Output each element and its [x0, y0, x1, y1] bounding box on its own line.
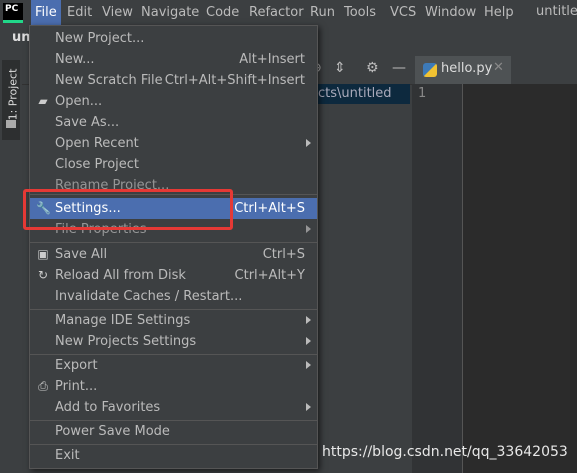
menu-item-save-as[interactable]: Save As... — [30, 112, 317, 133]
minimize-icon[interactable]: — — [392, 60, 406, 76]
menu-item-label: Manage IDE Settings — [55, 313, 191, 328]
folder-icon — [6, 120, 16, 128]
menu-item-label: Rename Project... — [55, 178, 170, 189]
folder-open-icon: ▰ — [38, 94, 48, 108]
editor-tab-label: hello.py — [441, 61, 493, 76]
menu-item-manage-ide-settings[interactable]: Manage IDE Settings — [30, 310, 317, 331]
menu-item-label: Export — [55, 358, 98, 373]
submenu-arrow-icon — [306, 139, 311, 147]
submenu-arrow-icon — [306, 316, 311, 324]
menu-navigate[interactable]: Navigate — [137, 0, 203, 26]
menu-item-new-scratch-file[interactable]: New Scratch File Ctrl+Alt+Shift+Insert — [30, 70, 317, 91]
menu-item-label: New... — [55, 52, 95, 67]
menu-item-invalidate-caches[interactable]: Invalidate Caches / Restart... — [30, 286, 317, 307]
menu-item-label: Power Save Mode — [55, 424, 170, 439]
gear-icon[interactable]: ⚙ — [366, 60, 379, 76]
window-title: untitled — [536, 4, 577, 19]
menu-run[interactable]: Run — [306, 0, 339, 26]
menu-item-label: Open... — [55, 94, 103, 109]
submenu-arrow-icon — [306, 225, 311, 233]
menu-item-new-project[interactable]: New Project... — [30, 28, 317, 49]
menu-item-label: Reload All from Disk — [55, 268, 186, 283]
reload-icon: ↻ — [37, 268, 49, 282]
menu-item-label: Exit — [55, 448, 80, 463]
menu-item-label: Print... — [55, 379, 98, 394]
pycharm-logo-icon: PC — [3, 3, 23, 23]
menu-item-label: Invalidate Caches / Restart... — [55, 289, 243, 304]
python-file-icon — [423, 63, 437, 77]
menu-item-save-all[interactable]: ▣ Save All Ctrl+S — [30, 244, 317, 265]
menu-item-add-to-favorites[interactable]: Add to Favorites — [30, 397, 317, 418]
menu-item-label: New Project... — [55, 31, 145, 46]
menubar: PC File Edit View Navigate Code Refactor… — [0, 0, 577, 26]
print-icon: ⎙ — [38, 379, 48, 393]
menu-window[interactable]: Window — [421, 0, 480, 26]
save-icon: ▣ — [37, 247, 49, 261]
menu-item-print[interactable]: ⎙ Print... — [30, 376, 317, 397]
menu-edit[interactable]: Edit — [63, 0, 96, 26]
menu-item-open-recent[interactable]: Open Recent — [30, 133, 317, 154]
menu-code[interactable]: Code — [202, 0, 243, 26]
submenu-arrow-icon — [306, 403, 311, 411]
submenu-arrow-icon — [306, 337, 311, 345]
menu-item-label: New Scratch File — [55, 73, 163, 88]
menu-item-shortcut: Alt+Insert — [239, 52, 305, 67]
file-menu-dropdown: New Project... New... Alt+Insert New Scr… — [29, 25, 318, 469]
menu-item-open[interactable]: ▰ Open... — [30, 91, 317, 112]
menu-item-exit[interactable]: Exit — [30, 445, 317, 466]
menu-item-shortcut: Ctrl+Alt+Shift+Insert — [164, 73, 305, 88]
menu-vcs[interactable]: VCS — [386, 0, 420, 26]
close-icon[interactable]: ✕ — [493, 60, 504, 75]
menu-tools[interactable]: Tools — [340, 0, 380, 26]
menu-help[interactable]: Help — [480, 0, 518, 26]
menu-item-label: Save As... — [55, 115, 120, 130]
editor-area[interactable] — [463, 84, 577, 473]
menu-item-label: Add to Favorites — [55, 400, 161, 415]
editor-gutter — [412, 84, 463, 473]
menu-item-close-project[interactable]: Close Project — [30, 154, 317, 175]
menu-item-shortcut: Ctrl+Alt+Y — [234, 268, 305, 283]
tree-path-label: cts\untitled — [318, 86, 392, 101]
line-number: 1 — [418, 86, 427, 101]
submenu-arrow-icon — [306, 361, 311, 369]
menu-item-export[interactable]: Export — [30, 355, 317, 376]
expand-icon[interactable]: ⇕ — [334, 60, 346, 76]
watermark-text: https://blog.csdn.net/qq_33642053 — [322, 444, 568, 460]
menu-item-rename-project[interactable]: Rename Project... — [30, 175, 317, 189]
menu-view[interactable]: View — [98, 0, 137, 26]
menu-item-power-save-mode[interactable]: Power Save Mode — [30, 421, 317, 442]
menu-item-label: New Projects Settings — [55, 334, 197, 349]
menu-file[interactable]: File — [31, 0, 61, 26]
menu-item-new[interactable]: New... Alt+Insert — [30, 49, 317, 70]
menu-item-label: Open Recent — [55, 136, 139, 151]
menu-item-label: Close Project — [55, 157, 140, 172]
menu-item-new-projects-settings[interactable]: New Projects Settings — [30, 331, 317, 352]
highlight-annotation-box — [23, 189, 233, 230]
menu-refactor[interactable]: Refactor — [245, 0, 308, 26]
menu-item-shortcut: Ctrl+S — [262, 247, 305, 262]
menu-item-label: Save All — [55, 247, 108, 262]
menu-item-shortcut: Ctrl+Alt+S — [234, 201, 305, 216]
menu-separator — [30, 242, 317, 243]
menu-item-reload-all[interactable]: ↻ Reload All from Disk Ctrl+Alt+Y — [30, 265, 317, 286]
